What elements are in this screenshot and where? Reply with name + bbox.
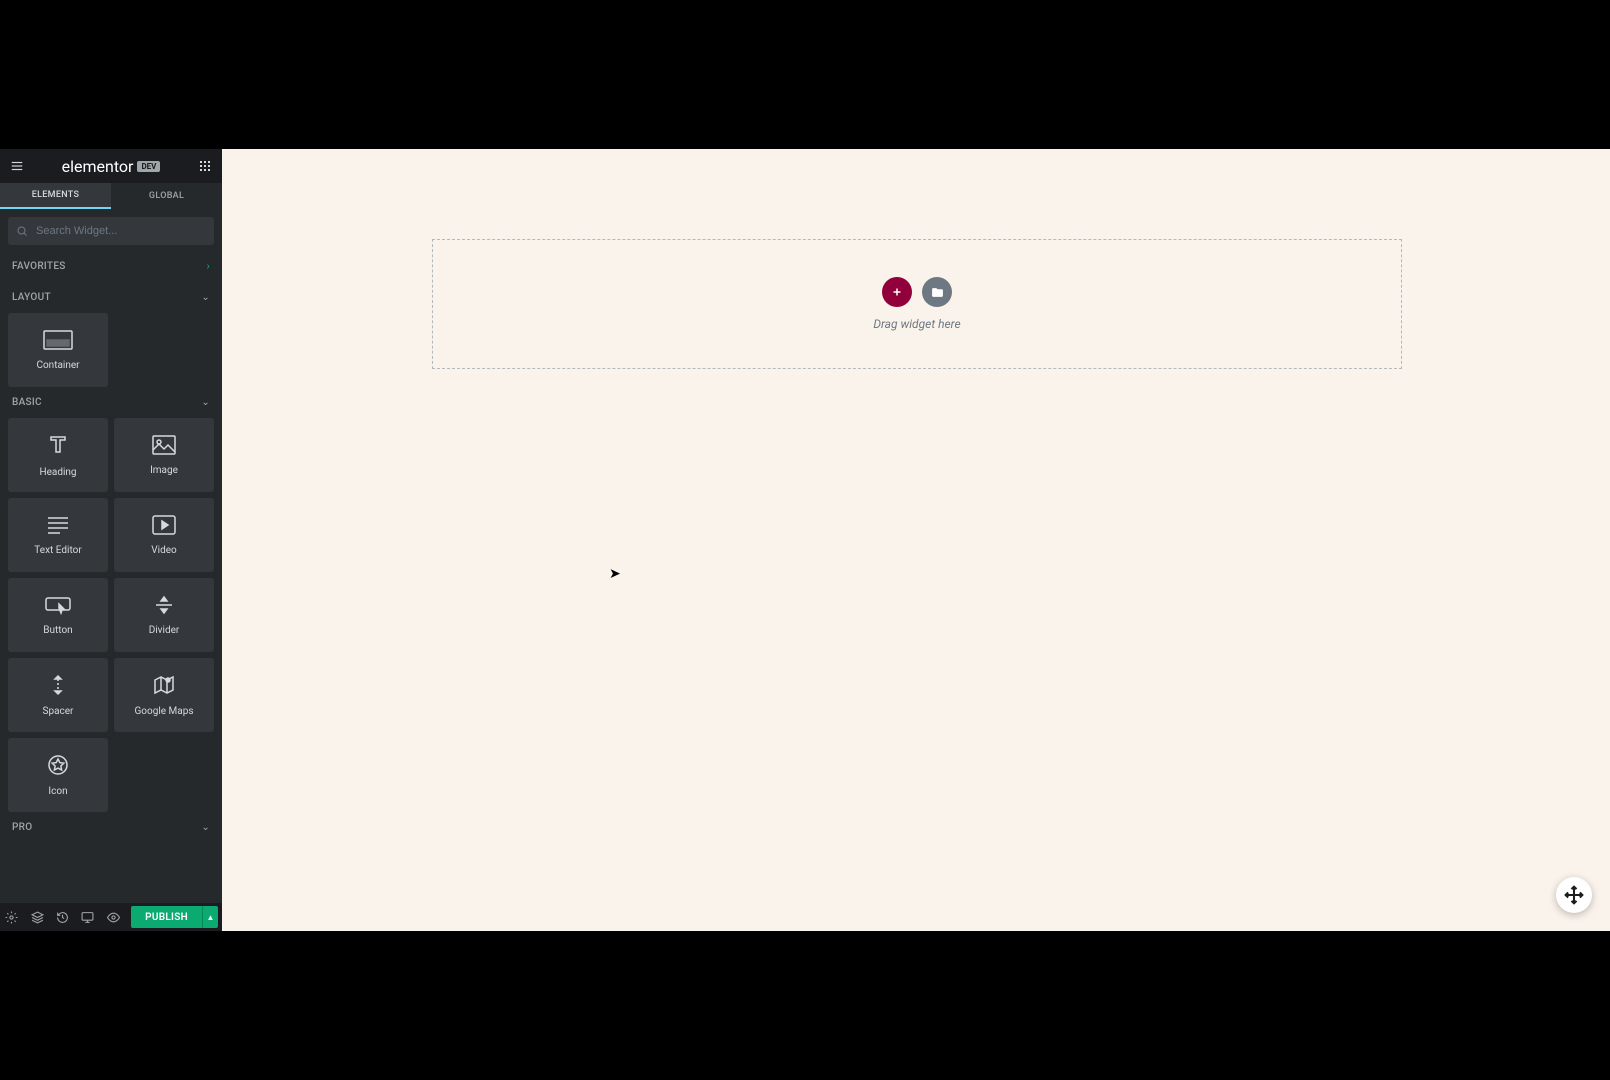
sidebar: elementor DEV ELEMENTS GLOBAL FAVORITES …: [0, 149, 222, 931]
widget-label: Spacer: [43, 706, 74, 717]
widget-button[interactable]: Button: [8, 578, 108, 652]
widget-label: Container: [36, 360, 79, 371]
logo: elementor DEV: [26, 157, 196, 176]
widget-label: Image: [150, 465, 178, 476]
divider-icon: [154, 595, 174, 615]
widget-divider[interactable]: Divider: [114, 578, 214, 652]
responsive-button[interactable]: [80, 907, 95, 927]
publish-button[interactable]: PUBLISH: [131, 906, 202, 928]
add-section-button[interactable]: [882, 277, 912, 307]
sidebar-tabs: ELEMENTS GLOBAL: [0, 183, 222, 209]
folder-icon: [931, 286, 944, 299]
preview-button[interactable]: [106, 907, 121, 927]
widget-label: Divider: [149, 625, 180, 636]
widget-label: Heading: [39, 467, 76, 478]
video-icon: [152, 515, 176, 535]
publish-group: PUBLISH ▲: [131, 906, 218, 928]
dropzone-buttons: [882, 277, 952, 307]
image-icon: [152, 435, 176, 455]
button-icon: [45, 595, 71, 615]
tab-label: GLOBAL: [149, 191, 184, 201]
dropzone-hint: Drag widget here: [873, 317, 960, 331]
publish-label: PUBLISH: [145, 912, 188, 923]
section-pro[interactable]: PRO ⌄: [6, 812, 216, 843]
heading-icon: [46, 433, 70, 457]
widget-heading[interactable]: Heading: [8, 418, 108, 492]
map-icon: [153, 674, 175, 696]
layout-widgets: Container: [6, 313, 216, 387]
widget-label: Text Editor: [34, 545, 81, 556]
section-label: PRO: [12, 822, 32, 833]
widget-label: Icon: [48, 786, 67, 797]
sidebar-header: elementor DEV: [0, 149, 222, 183]
plus-icon: [891, 286, 903, 298]
app-window: elementor DEV ELEMENTS GLOBAL FAVORITES …: [0, 149, 1610, 931]
logo-text: elementor: [62, 157, 134, 176]
section-label: LAYOUT: [12, 292, 51, 303]
settings-button[interactable]: [4, 907, 19, 927]
widgets-grid-button[interactable]: [196, 157, 214, 175]
chevron-down-icon: ⌄: [201, 397, 210, 408]
history-icon: [56, 911, 69, 924]
mouse-cursor: ➤: [609, 566, 621, 582]
caret-up-icon: ▲: [207, 913, 215, 922]
widget-google-maps[interactable]: Google Maps: [114, 658, 214, 732]
sidebar-footer: PUBLISH ▲: [0, 903, 222, 931]
spacer-icon: [48, 674, 68, 696]
logo-badge: DEV: [137, 161, 160, 172]
chevron-right-icon: ›: [207, 261, 210, 272]
text-editor-icon: [46, 515, 70, 535]
widget-image[interactable]: Image: [114, 418, 214, 492]
editor-canvas[interactable]: Drag widget here ➤: [222, 149, 1610, 931]
section-basic[interactable]: BASIC ⌄: [6, 387, 216, 418]
widget-spacer[interactable]: Spacer: [8, 658, 108, 732]
move-icon: [1564, 885, 1584, 905]
section-layout[interactable]: LAYOUT ⌄: [6, 282, 216, 313]
section-label: BASIC: [12, 397, 42, 408]
container-icon: [43, 330, 73, 350]
section-label: FAVORITES: [12, 261, 66, 272]
tab-label: ELEMENTS: [32, 190, 80, 200]
tab-elements[interactable]: ELEMENTS: [0, 183, 111, 209]
search-wrap: [0, 209, 222, 251]
gear-icon: [5, 911, 18, 924]
widgets-panel[interactable]: FAVORITES › LAYOUT ⌄ Container BASIC ⌄: [0, 251, 222, 903]
hamburger-icon: [10, 159, 24, 173]
widget-label: Google Maps: [135, 706, 194, 717]
tab-global[interactable]: GLOBAL: [111, 183, 222, 209]
widget-container[interactable]: Container: [8, 313, 108, 387]
section-favorites[interactable]: FAVORITES ›: [6, 251, 216, 282]
template-library-button[interactable]: [922, 277, 952, 307]
widget-label: Button: [43, 625, 72, 636]
responsive-icon: [81, 911, 94, 924]
chevron-down-icon: ⌄: [201, 292, 210, 303]
menu-button[interactable]: [8, 157, 26, 175]
grid-icon: [199, 160, 211, 172]
search-input[interactable]: [36, 225, 206, 237]
star-icon: [47, 754, 69, 776]
widget-label: Video: [151, 545, 176, 556]
widget-text-editor[interactable]: Text Editor: [8, 498, 108, 572]
widget-video[interactable]: Video: [114, 498, 214, 572]
basic-widgets: Heading Image Text Editor Video Button: [6, 418, 216, 812]
publish-options-button[interactable]: ▲: [202, 906, 218, 928]
eye-icon: [107, 911, 120, 924]
search-icon: [16, 225, 28, 237]
chevron-down-icon: ⌄: [201, 822, 210, 833]
layers-icon: [31, 911, 44, 924]
search-box[interactable]: [8, 217, 214, 245]
navigator-button[interactable]: [29, 907, 44, 927]
drag-handle-button[interactable]: [1556, 877, 1592, 913]
widget-icon[interactable]: Icon: [8, 738, 108, 812]
drop-zone[interactable]: Drag widget here: [432, 239, 1402, 369]
history-button[interactable]: [55, 907, 70, 927]
